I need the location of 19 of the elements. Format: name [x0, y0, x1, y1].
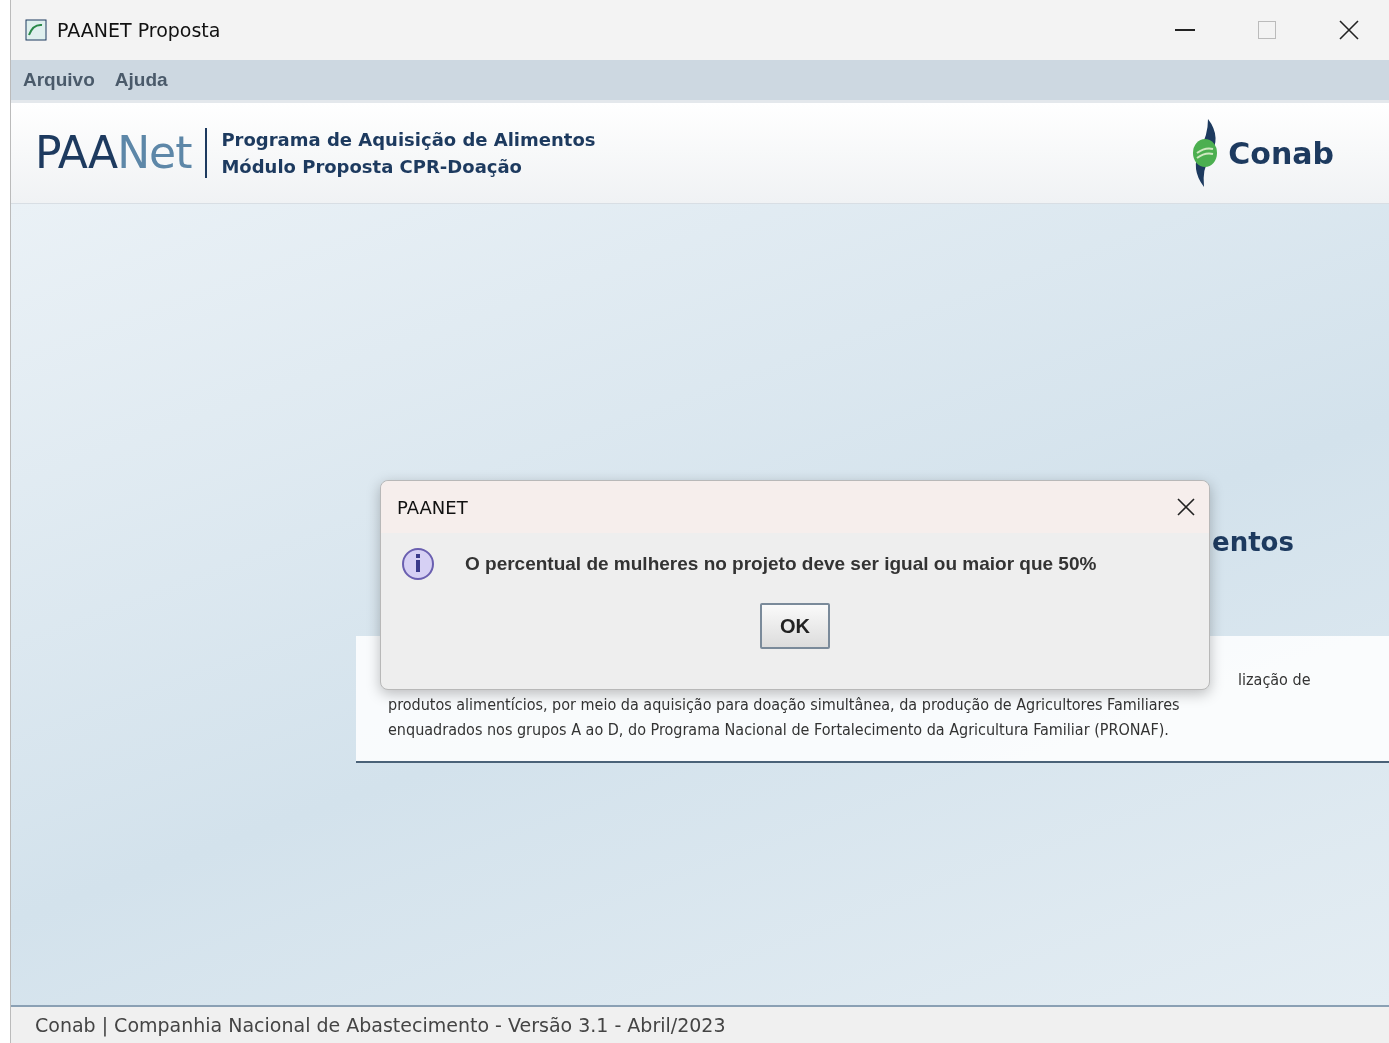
- program-title: Programa de Aquisição de Alimentos: [221, 129, 597, 150]
- close-icon[interactable]: [1339, 20, 1359, 40]
- status-text: Conab | Companhia Nacional de Abastecimento - Versão 3.1 - Abril/2023: [35, 1014, 726, 1036]
- window-title: PAANET Proposta: [57, 19, 222, 41]
- partner-name: Conab: [1228, 135, 1334, 171]
- menu-item[interactable]: Arquivo: [23, 69, 95, 91]
- panel-text: enquadrados nos grupos A ao D, do Programa Nacional de Fortalecimento da Agricultura Familiar (PRONAF).: [388, 720, 1170, 739]
- panel-heading: entos: [1212, 527, 1294, 557]
- panel-text: produtos alimentícios, por meio da aquisição para doação simultânea, da produção de Agricultores Familiares: [388, 695, 1181, 714]
- info-icon: [401, 547, 435, 581]
- panel-text: lização de: [1238, 670, 1312, 689]
- dialog-title: PAANET: [397, 496, 469, 518]
- paanet-logo: PAANet: [35, 128, 208, 178]
- dialog-message: O percentual de mulheres no projeto deve ser igual ou maior que 50%: [465, 553, 1097, 575]
- app-icon: [25, 19, 47, 41]
- ok-button[interactable]: OK: [760, 603, 830, 649]
- module-title: Módulo Proposta CPR-Doação: [221, 156, 523, 177]
- close-icon[interactable]: [1177, 498, 1195, 516]
- menu-item[interactable]: Ajuda: [114, 69, 168, 91]
